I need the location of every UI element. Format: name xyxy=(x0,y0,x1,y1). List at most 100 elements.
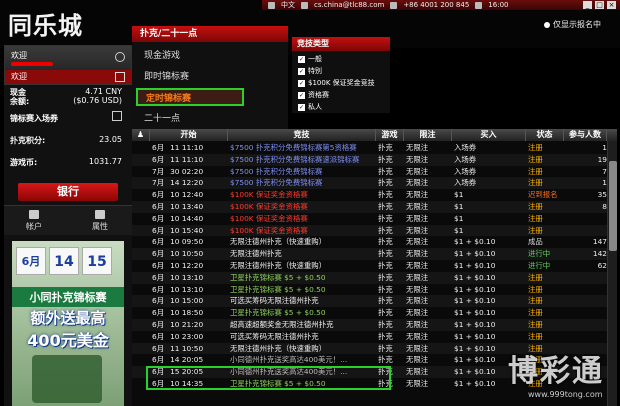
tab-blackjack[interactable]: 二十一点 xyxy=(136,110,244,128)
row-status: 迟到报名 xyxy=(528,190,558,200)
header-start[interactable]: 开始 xyxy=(150,129,228,141)
type-filter-general[interactable]: ✓ 一般 xyxy=(298,54,322,64)
row-limit: 无限注 xyxy=(406,166,429,176)
row-status: 注册 xyxy=(528,225,543,235)
row-icon xyxy=(132,189,150,201)
user-icon[interactable] xyxy=(115,52,125,62)
row-time: 11 11:10 xyxy=(170,154,204,164)
table-row[interactable]: 6月 10 12:40 $100K 保证奖金资格赛 扑克 无限注 $1 迟到报名 35 xyxy=(132,189,607,201)
row-date: 6月 xyxy=(152,284,165,294)
header-user-icon[interactable]: ♟ xyxy=(132,129,150,141)
header-tournament[interactable]: 竞技 xyxy=(228,129,376,141)
language-select[interactable]: 中文 xyxy=(281,0,295,10)
table-row[interactable]: 6月 10 09:50 无限注德州扑克（快速重购） 扑克 无限注 $1 + $0.10 成品… xyxy=(132,236,607,249)
checkbox-icon: ✓ xyxy=(298,67,305,75)
row-status: 注册 xyxy=(528,331,543,341)
row-players xyxy=(564,225,607,237)
row-game: 扑克 xyxy=(378,190,393,200)
table-row[interactable]: 6月 10 10:50 无限注德州扑克 扑克 无限注 $1 + $0.10 进行中 142 xyxy=(132,248,607,260)
header-game[interactable]: 游戏 xyxy=(376,129,404,141)
table-row[interactable]: 7月 30 02:20 $7500 扑克积分免费锦标赛 扑克 无限注 入场券 注册 7 xyxy=(132,165,607,178)
header-limit[interactable]: 限注 xyxy=(404,129,452,141)
row-limit: 无限注 xyxy=(406,261,429,270)
tab-scheduled-tournaments[interactable]: 定时锦标赛 xyxy=(136,88,244,106)
row-start: 6月 11 10:50 xyxy=(150,343,228,355)
table-row[interactable]: 6月 10 23:00 可选买筹码无限注德州扑克 扑克 无限注 $1 + $0.10 注册 xyxy=(132,330,607,343)
row-time: 10 10:50 xyxy=(170,249,204,259)
account-button[interactable]: 帐户 xyxy=(14,210,54,232)
ticket-icon[interactable] xyxy=(112,111,122,121)
bank-button[interactable]: 银行 xyxy=(18,183,118,201)
table-row[interactable]: 6月 10 13:10 卫星扑克锦标赛 $5 + $0.50 扑克 无限注 $1 + $0… xyxy=(132,271,607,284)
row-time: 14 20:05 xyxy=(170,355,204,365)
header-buyin[interactable]: 买入 xyxy=(452,129,526,141)
type-filter-guaranteed[interactable]: ✓ $100K 保证奖金竞技 xyxy=(298,78,375,88)
maximize-icon[interactable]: □ xyxy=(595,1,604,9)
row-start: 6月 11 11:10 xyxy=(150,154,228,166)
table-row[interactable]: 6月 11 11:10 $7500 扑克积分免费锦标赛第5资格赛 扑克 无限注 入场券 注册… xyxy=(132,142,607,154)
table-row[interactable]: 6月 11 11:10 $7500 扑克积分免费锦标赛速派锦标赛 扑克 无限注 入场券 注册… xyxy=(132,153,607,166)
row-date: 6月 xyxy=(152,225,165,235)
support-email[interactable]: cs.china@tlc88.com xyxy=(314,1,384,9)
briefcase-icon xyxy=(29,210,39,219)
row-date: 6月 xyxy=(152,237,165,247)
table-row[interactable]: 6月 10 12:20 无限注德州扑克（快速重购） 扑克 无限注 $1 + $0.10 进行… xyxy=(132,260,607,272)
only-registering-label: 仅显示报名中 xyxy=(553,20,601,29)
type-filter-private[interactable]: ✓ 私人 xyxy=(298,102,322,112)
table-row[interactable]: 6月 10 15:40 $100K 保证奖金资格赛 扑克 无限注 $1 注册 xyxy=(132,224,607,237)
row-icon xyxy=(132,307,150,319)
header-status[interactable]: 状态 xyxy=(526,129,564,141)
watermark-url: www.999tong.com xyxy=(528,390,603,399)
row-game: 扑克 xyxy=(378,213,393,223)
coins-value: 1031.77 xyxy=(88,157,122,166)
checkbox-icon: ✓ xyxy=(298,55,305,63)
row-icon xyxy=(132,343,150,355)
row-status: 成品 xyxy=(528,237,543,247)
options-button[interactable]: 属性 xyxy=(80,210,120,232)
promo-line-3: 400元美金 xyxy=(27,331,109,350)
table-row[interactable]: 6月 10 21:20 超高速超额奖金无限注德州扑克 扑克 无限注 $1 + $0.10 注… xyxy=(132,319,607,331)
row-start: 6月 10 13:10 xyxy=(150,284,228,296)
row-game: 扑克 xyxy=(378,166,393,176)
row-players: 62 xyxy=(597,261,607,270)
row-game: 扑克 xyxy=(378,308,393,318)
row-tournament: 小同德州扑克送奖高达400美元！... xyxy=(230,355,348,365)
row-tournament: $7500 扑克积分免费锦标赛速派锦标赛 xyxy=(230,154,360,164)
row-tournament: 可选买筹码无限注德州扑克 xyxy=(230,331,319,341)
row-players: 7 xyxy=(602,166,607,176)
points-value: 23.05 xyxy=(99,135,122,144)
row-limit: 无限注 xyxy=(406,296,429,306)
row-icon xyxy=(132,354,150,366)
row-tournament: $7500 扑克积分免费锦标赛 xyxy=(230,166,323,176)
type-filter-special[interactable]: ✓ 特别 xyxy=(298,66,322,76)
promo-banner[interactable]: 6月 14 15 小同扑克锦标赛 额外送最高 400元美金 xyxy=(12,241,124,406)
row-limit: 无限注 xyxy=(406,225,429,235)
row-start: 6月 10 23:00 xyxy=(150,331,228,343)
table-row[interactable]: 6月 10 13:40 $100K 保证奖金资格赛 扑克 无限注 $1 注册 8 xyxy=(132,201,607,213)
row-buyin: $1 xyxy=(454,213,464,223)
table-row[interactable]: 6月 10 13:10 卫星扑克锦标赛 $5 + $0.50 扑克 无限注 $1 + $0… xyxy=(132,283,607,296)
row-tournament: 无限注德州扑克（快速重购） xyxy=(230,343,327,353)
table-row[interactable]: 7月 14 12:20 $7500 扑克积分免费锦标赛 扑克 无限注 入场券 注册 1 xyxy=(132,177,607,190)
row-tournament: 无限注德州扑克（快速重购） xyxy=(230,237,327,247)
table-row[interactable]: 6月 10 18:50 卫星扑克锦标赛 $5 + $0.50 扑克 无限注 $1 + $0… xyxy=(132,307,607,319)
mail-icon xyxy=(301,1,308,9)
table-row[interactable]: 6月 10 14:40 $100K 保证奖金资格赛 扑克 无限注 $1 注册 xyxy=(132,212,607,225)
row-date: 6月 xyxy=(152,355,165,365)
row-icon xyxy=(132,166,150,178)
only-registering-toggle[interactable]: 仅显示报名中 xyxy=(544,19,601,30)
row-tournament: 卫星扑克锦标赛 $5 + $0.50 xyxy=(230,272,326,282)
table-row[interactable]: 6月 10 15:00 可选买筹码无限注德州扑克 扑克 无限注 $1 + $0.10 注册 xyxy=(132,295,607,308)
tab-cash-games[interactable]: 现金游戏 xyxy=(136,47,244,65)
type-filter-qualifier[interactable]: ✓ 资格赛 xyxy=(298,90,329,100)
minimize-icon[interactable]: _ xyxy=(583,1,592,9)
settings-icon[interactable] xyxy=(115,72,125,82)
row-start: 6月 11 11:10 xyxy=(150,142,228,154)
header-players[interactable]: 参与人数 xyxy=(564,129,607,141)
row-tournament: 可选买筹码无限注德州扑克 xyxy=(230,296,319,306)
tab-sit-and-go[interactable]: 即时锦标赛 xyxy=(136,68,244,86)
table-header: ♟ 开始 竞技 游戏 限注 买入 状态 参与人数 xyxy=(132,129,617,141)
row-status: 注册 xyxy=(528,320,543,329)
scrollbar-thumb[interactable] xyxy=(609,161,617,251)
close-icon[interactable]: × xyxy=(607,1,616,9)
